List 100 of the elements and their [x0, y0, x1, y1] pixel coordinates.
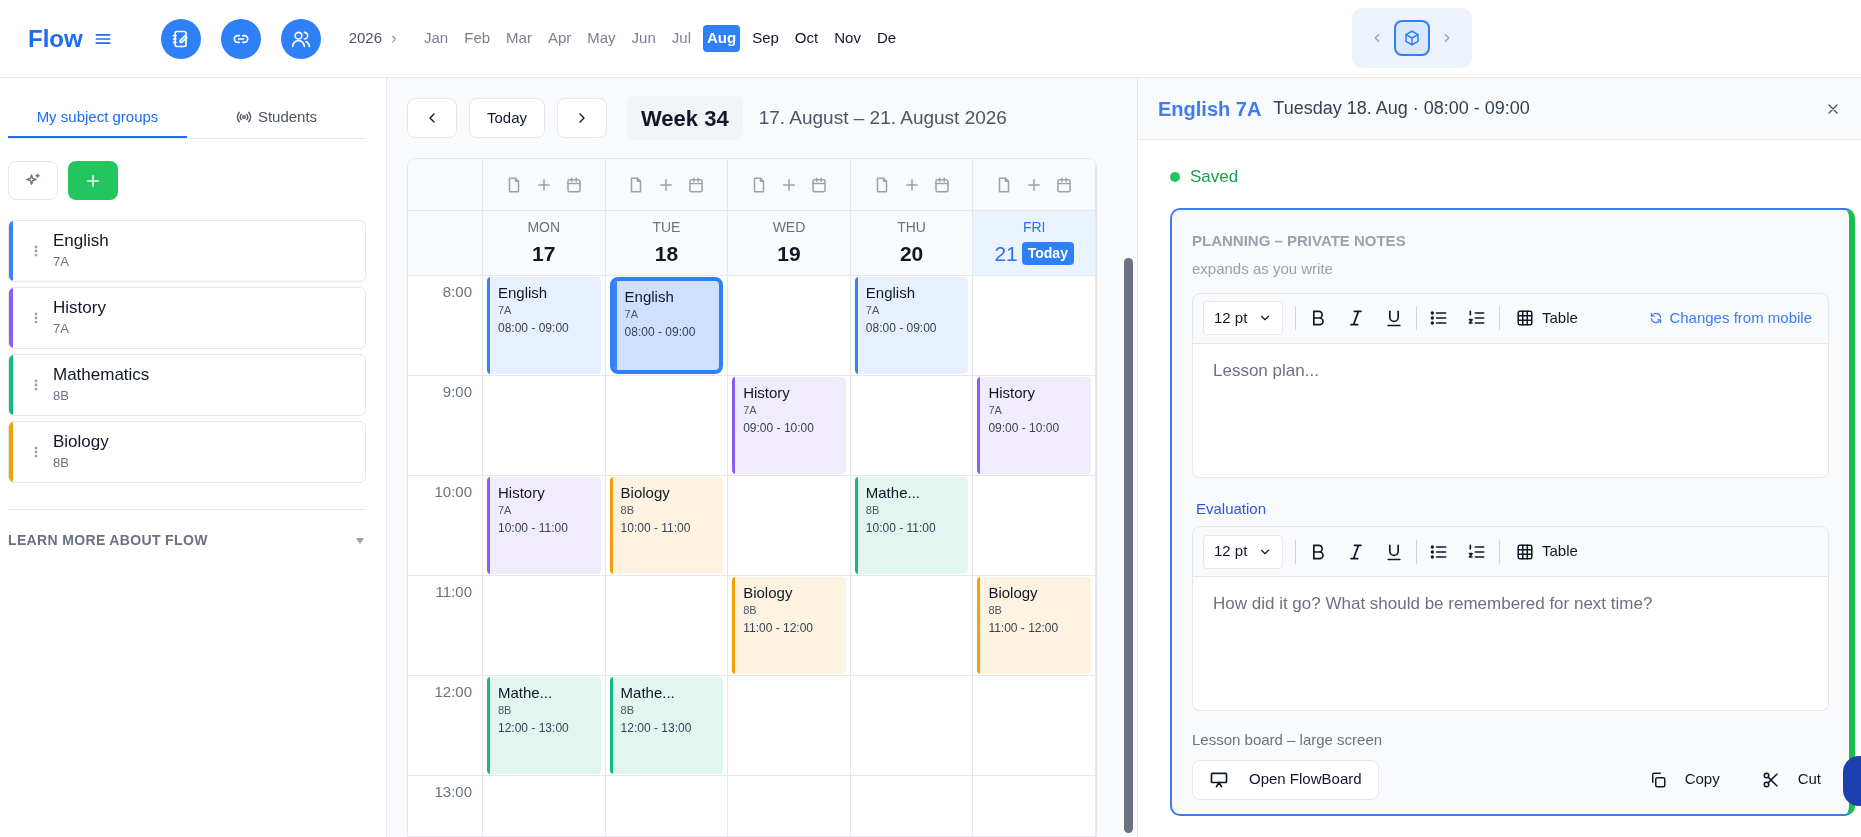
- lesson-time: 11:00 - 12:00: [988, 620, 1059, 637]
- subject-group-card[interactable]: English 7A: [8, 220, 366, 282]
- hour-label: 11:00: [435, 583, 472, 600]
- lesson-group: 7A: [743, 402, 814, 418]
- lesson-time: 09:00 - 10:00: [988, 420, 1060, 437]
- cube-icon: [1403, 29, 1421, 47]
- lesson-group: 7A: [498, 502, 568, 518]
- lesson-title: Biology: [988, 583, 1039, 602]
- calendar-icon[interactable]: [810, 175, 828, 194]
- subject-group-card[interactable]: History 7A: [8, 287, 366, 349]
- lesson-time: 08:00 - 09:00: [624, 324, 696, 341]
- lesson-time: 10:00 - 11:00: [498, 520, 568, 537]
- today-button[interactable]: Today: [469, 98, 545, 138]
- save-status: Saved: [1190, 166, 1239, 188]
- lesson-title: History: [498, 483, 546, 502]
- app-logo: Flow: [28, 23, 83, 54]
- subject-name: Biology: [53, 431, 109, 454]
- lesson-time: 12:00 - 13:00: [620, 720, 692, 737]
- calendar-icon[interactable]: [687, 175, 706, 194]
- cube-button[interactable]: [1394, 20, 1430, 56]
- calendar-icon[interactable]: [1055, 175, 1074, 194]
- scissors-icon: [1761, 770, 1780, 789]
- weekday-label: THU: [897, 217, 926, 237]
- hour-label: 10:00: [434, 483, 472, 500]
- date-number: 18: [654, 240, 679, 267]
- weekday-label: WED: [772, 217, 806, 237]
- lesson-group: 7A: [498, 302, 569, 318]
- lesson-title: Biology: [743, 583, 794, 602]
- scrollbar[interactable]: [1124, 258, 1133, 833]
- lesson-group: 8B: [865, 502, 936, 518]
- hour-label: 8:00: [442, 283, 472, 300]
- open-board-button[interactable]: Open FlowBoard: [1192, 759, 1379, 800]
- lesson-title: Biology: [620, 483, 671, 502]
- text-area[interactable]: Lesson plan...: [1192, 343, 1829, 478]
- lesson-group: 7A: [865, 302, 937, 318]
- link-button[interactable]: [220, 18, 261, 59]
- underline-icon[interactable]: [1384, 308, 1404, 328]
- sparkle-button[interactable]: [8, 161, 58, 200]
- month-tab[interactable]: Sep: [748, 25, 783, 52]
- year-selector[interactable]: 2026: [348, 27, 401, 50]
- date-number: 20: [899, 240, 924, 267]
- panel-title: English 7A: [1158, 96, 1262, 122]
- sync-changes-link[interactable]: Changes from mobile: [1649, 306, 1812, 330]
- text-area[interactable]: How did it go? What should be remembered for next time?: [1192, 577, 1829, 711]
- today-badge: Today: [1021, 242, 1074, 265]
- sidebar-tab[interactable]: My subject groups: [8, 98, 187, 138]
- users-button[interactable]: [280, 18, 321, 59]
- bulleted-list-icon[interactable]: [1429, 308, 1449, 328]
- table-icon: [1516, 542, 1534, 561]
- add-button[interactable]: [68, 161, 118, 200]
- notebook-pen-button[interactable]: [160, 18, 201, 59]
- lesson-group: 8B: [498, 702, 569, 718]
- calendar-icon[interactable]: [564, 175, 583, 194]
- subject-group-card[interactable]: Biology 8B: [8, 421, 366, 483]
- font-size-dropdown[interactable]: 12 pt: [1203, 301, 1283, 335]
- lesson-time: 10:00 - 11:00: [865, 520, 936, 537]
- lesson-title: History: [743, 383, 791, 402]
- lesson-title: English: [498, 283, 549, 302]
- subject-name: Mathematics: [53, 364, 150, 387]
- lesson-time: 11:00 - 12:00: [743, 620, 814, 637]
- broadcast-icon: [235, 109, 252, 125]
- calendar-icon[interactable]: [932, 175, 951, 194]
- font-size-dropdown[interactable]: 12 pt: [1203, 534, 1283, 569]
- lesson-title: Mathe...: [865, 483, 921, 502]
- hour-label: 13:00: [434, 783, 472, 800]
- table-button[interactable]: Table: [1516, 540, 1578, 563]
- refresh-icon: [1649, 311, 1664, 325]
- month-tab[interactable]: Oct: [790, 25, 823, 52]
- class-name: 8B: [53, 387, 70, 406]
- lesson-group: 8B: [620, 702, 692, 718]
- lesson-group: 8B: [743, 602, 814, 618]
- lesson-title: Mathe...: [620, 683, 676, 702]
- copy-button[interactable]: Copy: [1648, 768, 1720, 791]
- lesson-time: 09:00 - 10:00: [743, 420, 814, 437]
- sidebar-tab[interactable]: Students: [187, 98, 366, 138]
- floating-button[interactable]: [1843, 756, 1861, 806]
- week-range: 17. August – 21. August 2026: [758, 105, 1007, 130]
- month-tab[interactable]: Aug: [703, 25, 741, 52]
- hour-label: 12:00: [434, 683, 472, 700]
- board-label: Lesson board – large screen: [1192, 730, 1384, 750]
- learn-more-heading: LEARN MORE ABOUT FLOW: [8, 531, 208, 550]
- previous-week-button[interactable]: [407, 98, 457, 138]
- lesson-title: History: [988, 383, 1037, 402]
- lesson-group: 8B: [620, 502, 691, 518]
- section-heading: PLANNING – PRIVATE NOTES: [1192, 230, 1407, 251]
- subject-name: English: [53, 230, 109, 253]
- table-button[interactable]: Table: [1516, 306, 1578, 330]
- lesson-group: 8B: [988, 602, 1059, 618]
- subject-group-card[interactable]: Mathematics 8B: [8, 354, 366, 416]
- month-tab[interactable]: De: [872, 25, 901, 52]
- subject-name: History: [53, 297, 106, 320]
- month-tab[interactable]: Nov: [830, 25, 865, 52]
- lesson-title: English: [624, 287, 675, 306]
- class-name: 7A: [53, 320, 70, 339]
- lesson-group: 7A: [624, 306, 696, 322]
- cut-button[interactable]: Cut: [1761, 768, 1821, 791]
- week-number: Week 34: [627, 96, 743, 140]
- evaluation-label: Evaluation: [1196, 498, 1268, 519]
- hour-label: 9:00: [442, 383, 472, 400]
- next-week-button[interactable]: [557, 98, 607, 138]
